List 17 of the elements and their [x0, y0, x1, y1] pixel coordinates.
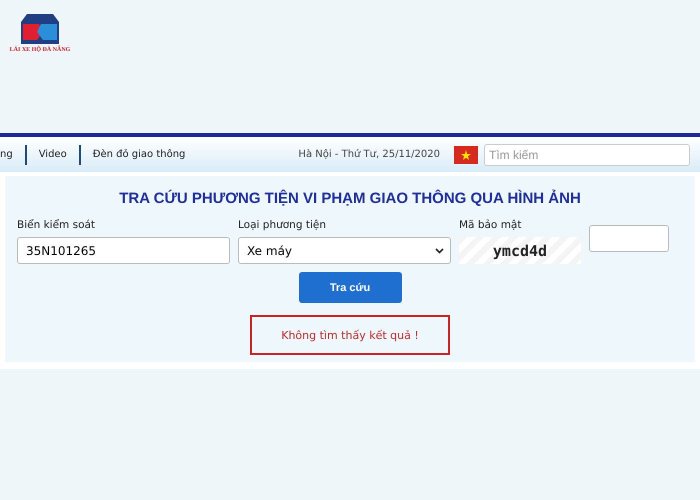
nav-link[interactable]: ng [0, 144, 27, 164]
search-field[interactable]: Tìm kiếm [484, 144, 690, 166]
plate-input[interactable]: 35N101265 [17, 237, 230, 264]
captcha-image: ymcd4d [459, 237, 581, 264]
vehicle-select[interactable]: Xe máy [238, 237, 451, 264]
nav-link[interactable]: Video [26, 144, 81, 164]
field-label: Mã bảo mật [459, 219, 522, 231]
field-label: Biển kiểm soát [17, 219, 96, 231]
nav-link[interactable]: Đèn đỏ giao thông [80, 144, 198, 164]
page-title: TRA CỨU PHƯƠNG TIỆN VI PHẠM GIAO THÔNG QUA HÌNH ẢNH [119, 190, 581, 207]
result-message: Không tìm thấy kết quả ! [250, 315, 450, 355]
flag-icon [454, 146, 478, 164]
date-text: Hà Nội - Thứ Tư, 25/11/2020 [298, 149, 440, 160]
captcha-input[interactable] [589, 225, 669, 252]
search-button[interactable]: Tra cứu [298, 272, 402, 303]
field-label: Loại phương tiện [238, 219, 327, 231]
chevron-icon [435, 248, 444, 254]
